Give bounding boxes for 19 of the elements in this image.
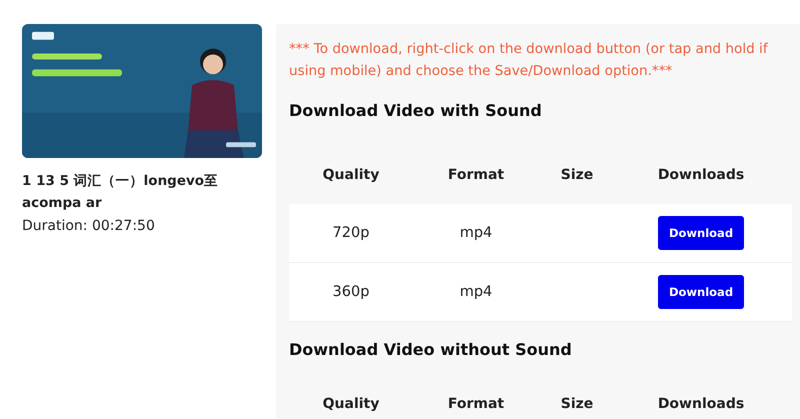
column-header: Size bbox=[560, 396, 594, 412]
table-cell: mp4 bbox=[460, 284, 492, 300]
section-title: Download Video without Sound bbox=[289, 340, 573, 359]
table-cell: mp4 bbox=[460, 225, 492, 241]
column-header: Quality bbox=[322, 396, 380, 412]
table-cell: 360p bbox=[332, 284, 370, 300]
column-header: Size bbox=[560, 167, 594, 183]
column-header: Quality bbox=[322, 167, 380, 183]
column-header: Downloads bbox=[658, 167, 744, 183]
download-button[interactable]: Download bbox=[658, 275, 744, 309]
section-title: Download Video with Sound bbox=[289, 101, 543, 120]
table-cell: 720p bbox=[332, 225, 370, 241]
column-header: Format bbox=[448, 167, 504, 183]
video-title: 1 13 5 词汇（一）longevo至 acompa ar bbox=[22, 172, 220, 213]
column-header: Downloads bbox=[658, 396, 744, 412]
download-button[interactable]: Download bbox=[658, 216, 744, 250]
video-duration: Duration: 00:27:50 bbox=[22, 218, 156, 234]
download-notice: *** To download, right-click on the download button (or tap and hold if using mobile) and choose the Save/Download option.*** bbox=[289, 40, 769, 81]
column-header: Format bbox=[448, 396, 504, 412]
